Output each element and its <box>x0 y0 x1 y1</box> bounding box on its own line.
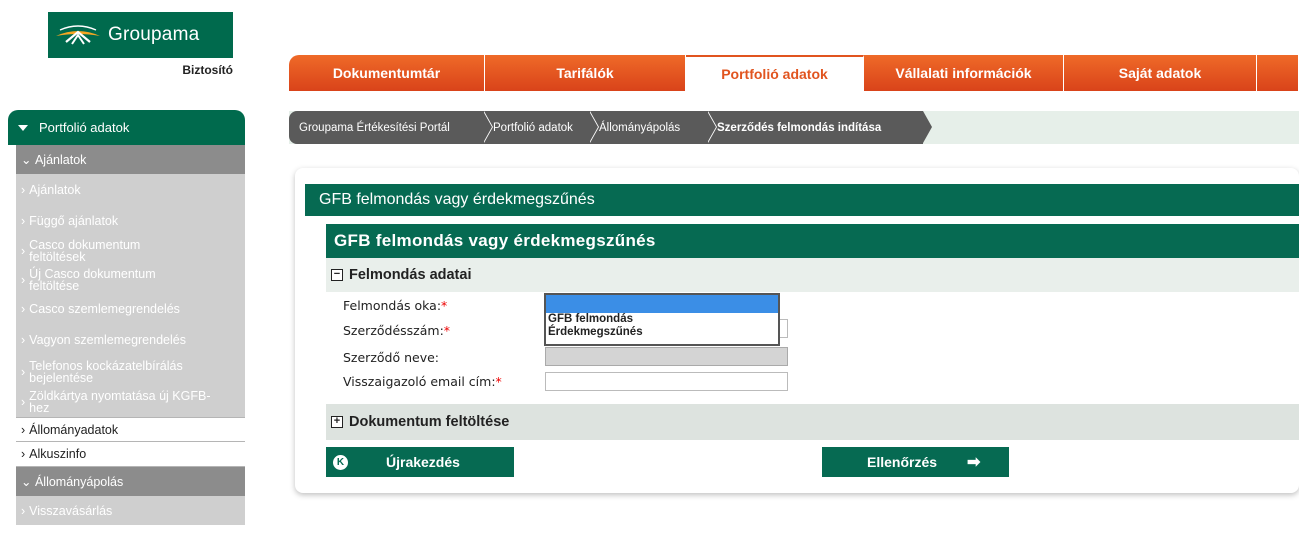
dropdown-option-gfb-felmondas[interactable]: GFB felmondás <box>546 313 778 326</box>
dropdown-option-erdekmegszunes[interactable]: Érdekmegszűnés <box>546 326 778 339</box>
section-dokumentum-feltoltese[interactable]: + Dokumentum feltöltése <box>326 404 1299 440</box>
breadcrumb-current-label: Szerződés felmondás indítása <box>717 121 882 134</box>
chevron-right-icon: › <box>21 395 26 409</box>
chevron-right-icon: › <box>21 302 26 316</box>
sidebar-item-label: Casco szemlemegrendelés <box>29 302 180 316</box>
expand-icon[interactable]: + <box>331 416 343 428</box>
collapse-icon[interactable]: − <box>331 269 343 281</box>
chevron-right-icon: › <box>21 183 26 197</box>
breadcrumb-current: Szerződés felmondás indítása <box>707 111 932 144</box>
restart-button[interactable]: K Újrakezdés <box>326 447 514 477</box>
chevron-right-icon: › <box>21 364 26 379</box>
sidebar-section-label: Állományápolás <box>34 474 124 489</box>
main-panel: GFB felmondás vagy érdekmegszűnés GFB fe… <box>295 168 1299 493</box>
check-button[interactable]: Ellenőrzés ➡ <box>822 447 1009 477</box>
sidebar-item-alkuszinfo[interactable]: › Alkuszinfo <box>16 442 245 467</box>
email-label-text: Visszaigazoló email cím: <box>343 374 496 389</box>
tab-dokumentumtar[interactable]: Dokumentumtár <box>289 55 485 91</box>
sidebar-header[interactable]: Portfolió adatok <box>8 110 245 145</box>
logo-brand-text: Groupama <box>108 24 200 45</box>
breadcrumb-portfolio[interactable]: Portfolió adatok <box>483 111 599 144</box>
tab-overflow[interactable] <box>1257 55 1299 91</box>
contract-no-label: Szerződésszám:* <box>343 323 450 338</box>
tab-tarifalok[interactable]: Tarifálók <box>485 55 686 91</box>
sidebar-item-allomanyadatok[interactable]: › Állományadatok <box>16 417 245 442</box>
sidebar-item-label: Alkuszinfo <box>29 447 87 461</box>
sidebar-item-uj-casco-dokumentum[interactable]: › Új Casco dokumentum feltöltése <box>16 265 245 294</box>
sidebar-item-label: Függő ajánlatok <box>29 214 119 228</box>
groupama-emblem-icon <box>56 25 100 45</box>
email-input[interactable] <box>545 372 788 391</box>
sidebar-item-label: Vagyon szemlemegrendelés <box>29 333 186 347</box>
sidebar: Portfolió adatok ⌄ Ajánlatok › Ajánlatok … <box>8 110 245 549</box>
section-title: Dokumentum feltöltése <box>349 414 510 430</box>
form-title: GFB felmondás vagy érdekmegszűnés <box>326 224 1299 258</box>
sidebar-item-telefonos-kockazatelbiralas[interactable]: › Telefonos kockázatelbírálás bejelentése <box>16 356 245 387</box>
breadcrumb-allomanyapolas[interactable]: Állományápolás <box>589 111 717 144</box>
email-label: Visszaigazoló email cím:* <box>343 374 502 389</box>
top-navigation: Dokumentumtár Tarifálók Portfolió adatok… <box>289 55 1299 91</box>
logo-box: Groupama <box>48 12 233 58</box>
sidebar-item-label: Visszavásárlás <box>29 503 113 518</box>
sidebar-section-label: Ajánlatok <box>34 152 87 167</box>
check-button-label: Ellenőrzés <box>867 454 938 470</box>
sidebar-item-casco-dokumentum-feltoltesek[interactable]: › Casco dokumentum feltöltések <box>16 236 245 265</box>
sidebar-item-label: Ajánlatok <box>29 183 81 197</box>
field-area: Felmondás oka:* GFB felmondás Érdekmegsz… <box>326 292 1299 404</box>
reason-label-text: Felmondás oka: <box>343 298 442 313</box>
sidebar-section-allomanyapolas[interactable]: ⌄ Állományápolás <box>16 467 245 496</box>
sidebar-item-visszavasarlas[interactable]: › Visszavásárlás <box>16 496 245 525</box>
contract-no-label-text: Szerződésszám: <box>343 323 444 338</box>
restart-button-label: Újrakezdés <box>386 454 460 470</box>
breadcrumb-home-label: Groupama Értékesítési Portál <box>299 121 450 134</box>
reason-dropdown-list[interactable]: GFB felmondás Érdekmegszűnés <box>544 293 780 346</box>
chevron-right-icon: › <box>21 272 26 287</box>
arrow-right-icon: ➡ <box>967 454 981 471</box>
sidebar-item-vagyon-szemlemegrendeles[interactable]: › Vagyon szemlemegrendelés <box>16 324 245 356</box>
breadcrumb-portfolio-label: Portfolió adatok <box>493 121 573 134</box>
chevron-right-icon: › <box>21 243 26 258</box>
sidebar-item-label: Állományadatok <box>29 422 119 437</box>
sidebar-item-label: Telefonos kockázatelbírálás bejelentése <box>29 358 183 385</box>
chevron-right-icon: › <box>21 333 26 347</box>
dropdown-selected-empty[interactable] <box>546 295 778 313</box>
sidebar-item-label: Új Casco dokumentum feltöltése <box>29 266 156 293</box>
form-box: GFB felmondás vagy érdekmegszűnés − Felm… <box>326 224 1299 440</box>
breadcrumb-allomanyapolas-label: Állományápolás <box>599 121 681 134</box>
tab-portfolio-adatok[interactable]: Portfolió adatok <box>686 55 864 91</box>
contractor-name-input <box>545 347 788 366</box>
groupama-logo[interactable]: Groupama Biztosító <box>48 12 233 82</box>
chevron-right-icon: › <box>21 447 26 461</box>
breadcrumb-home[interactable]: Groupama Értékesítési Portál <box>289 111 493 144</box>
sidebar-item-ajanlatok[interactable]: › Ajánlatok <box>16 174 245 206</box>
required-mark: * <box>495 374 502 389</box>
sidebar-item-label: Zöldkártya nyomtatása új KGFB-hez <box>29 389 211 415</box>
reason-label: Felmondás oka:* <box>343 298 447 313</box>
chevron-right-icon: › <box>21 422 26 437</box>
sidebar-list: ⌄ Ajánlatok › Ajánlatok › Függő ajánlatok … <box>16 145 245 525</box>
tab-sajat-adatok[interactable]: Saját adatok <box>1064 55 1257 91</box>
required-mark: * <box>441 298 448 313</box>
logo-subtitle: Biztosító <box>182 63 233 77</box>
chevron-right-icon: › <box>21 503 26 518</box>
contractor-name-label: Szerződő neve: <box>343 350 440 365</box>
sidebar-item-label: Casco dokumentum feltöltések <box>29 237 141 264</box>
tab-vallalati-informaciok[interactable]: Vállalati információk <box>864 55 1064 91</box>
chevron-right-icon: › <box>21 214 26 228</box>
sidebar-item-zoldkartya-nyomtatasa[interactable]: › Zöldkártya nyomtatása új KGFB-hez <box>16 387 245 417</box>
triangle-down-icon <box>18 124 28 131</box>
restart-icon: K <box>333 454 348 470</box>
chevron-down-icon: ⌄ <box>21 153 32 167</box>
section-felmondas-adatai[interactable]: − Felmondás adatai <box>326 258 1299 292</box>
sidebar-header-label: Portfolió adatok <box>39 120 130 135</box>
sidebar-section-ajanlatok[interactable]: ⌄ Ajánlatok <box>16 145 245 174</box>
chevron-down-icon: ⌄ <box>21 475 32 489</box>
required-mark: * <box>443 323 451 338</box>
sidebar-item-casco-szemlemegrendeles[interactable]: › Casco szemlemegrendelés <box>16 294 245 324</box>
sidebar-item-fuggo-ajanlatok[interactable]: › Függő ajánlatok <box>16 206 245 236</box>
breadcrumb: Szerződés felmondás indítása Állományápo… <box>289 111 1299 144</box>
panel-title: GFB felmondás vagy érdekmegszűnés <box>305 184 1299 216</box>
section-title: Felmondás adatai <box>349 267 472 283</box>
